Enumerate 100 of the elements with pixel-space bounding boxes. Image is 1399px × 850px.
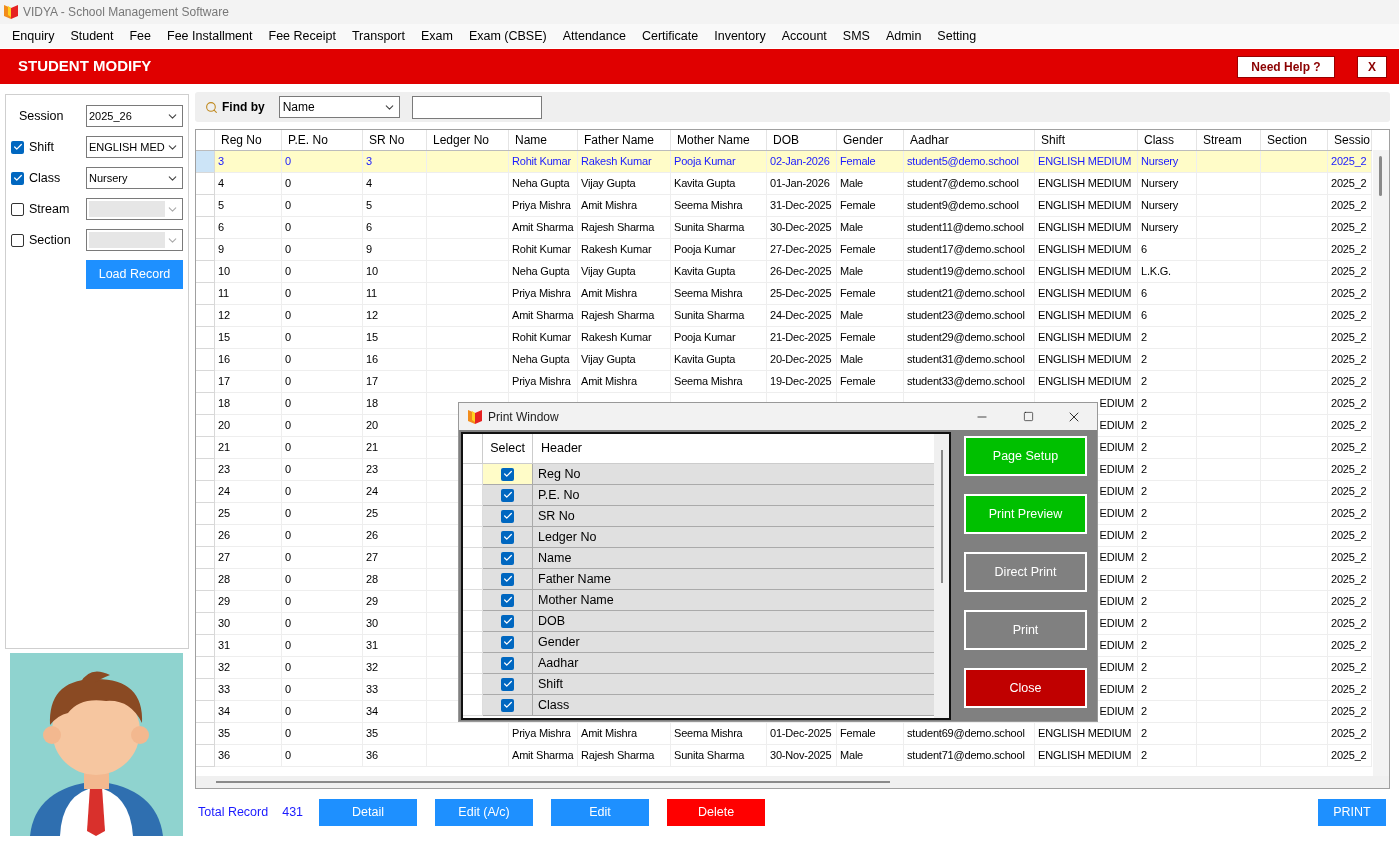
row-header[interactable] [196, 327, 215, 349]
column-header[interactable]: Header [541, 439, 582, 458]
row-header[interactable] [196, 701, 215, 723]
column-header[interactable]: Sessio [1334, 131, 1371, 149]
row-header[interactable] [196, 723, 215, 745]
row-header[interactable] [196, 503, 215, 525]
table-row[interactable]: 15 0 15 Rohit Kumar Rakesh Kumar Pooja Kumar 21-Dec-2025 Female student29@demo.school ENGLISH MEDIUM 2 2025_2 [196, 327, 1372, 349]
row-header[interactable] [196, 525, 215, 547]
table-row[interactable]: 10 0 10 Neha Gupta Vijay Gupta Kavita Gupta 26-Dec-2025 Male student19@demo.school ENGLISH MEDIUM L.K.G. 2025_2 [196, 261, 1372, 283]
row-header[interactable] [196, 393, 215, 415]
dialog-button[interactable]: Close [964, 668, 1087, 708]
select-cell[interactable] [483, 506, 533, 527]
table-row[interactable]: 3 0 3 Rohit Kumar Rakesh Kumar Pooja Kumar 02-Jan-2026 Female student5@demo.school ENGLISH MEDIUM Nursery 2025_2 [196, 151, 1372, 173]
menu-item[interactable]: Fee [121, 26, 160, 46]
menu-item[interactable]: Exam [412, 26, 461, 46]
column-header[interactable]: P.E. No [288, 131, 328, 149]
dropdown[interactable]: 2025_26 [86, 105, 183, 127]
column-header[interactable]: Aadhar [910, 131, 949, 149]
row-header[interactable] [196, 613, 215, 635]
row-header[interactable] [463, 590, 483, 611]
menu-item[interactable]: Fee Installment [159, 26, 261, 46]
column-header[interactable]: Name [515, 131, 547, 149]
checkbox[interactable] [501, 593, 514, 607]
row-header[interactable] [196, 195, 215, 217]
row-header[interactable] [463, 674, 483, 695]
row-header[interactable] [463, 485, 483, 506]
dialog-button[interactable]: Direct Print [964, 552, 1087, 592]
action-button[interactable]: Delete [667, 798, 766, 826]
column-header[interactable]: Select [490, 439, 525, 458]
column-header[interactable]: Class [1144, 131, 1174, 149]
row-header[interactable] [196, 547, 215, 569]
dialog-button[interactable]: Print [964, 610, 1087, 650]
row-header[interactable] [196, 239, 215, 261]
menu-item[interactable]: Student [62, 26, 122, 46]
menu-item[interactable]: SMS [834, 26, 878, 46]
row-header[interactable] [196, 217, 215, 239]
menu-item[interactable]: Certificate [633, 26, 707, 46]
checkbox[interactable] [11, 140, 24, 154]
checkbox[interactable] [501, 614, 514, 628]
table-row[interactable]: 12 0 12 Amit Sharma Rajesh Sharma Sunita Sharma 24-Dec-2025 Male student23@demo.school ENGLISH MEDIUM 6 2025_2 [196, 305, 1372, 327]
row-header[interactable] [196, 569, 215, 591]
row-header[interactable] [463, 653, 483, 674]
checkbox[interactable] [501, 635, 514, 649]
column-header[interactable]: Section [1267, 131, 1308, 149]
checkbox[interactable] [501, 551, 514, 565]
select-cell[interactable] [483, 590, 533, 611]
row-header[interactable] [196, 679, 215, 701]
row-header[interactable] [196, 591, 215, 613]
row-header[interactable] [196, 745, 215, 767]
row-header[interactable] [196, 657, 215, 679]
page-exit-button[interactable]: X [1357, 55, 1387, 78]
table-row[interactable]: 16 0 16 Neha Gupta Vijay Gupta Kavita Gupta 20-Dec-2025 Male student31@demo.school ENGLISH MEDIUM 2 2025_2 [196, 349, 1372, 371]
checkbox[interactable] [11, 171, 24, 185]
help-button[interactable]: Need Help ? [1237, 55, 1335, 78]
scrollbar-thumb[interactable] [1379, 156, 1382, 196]
select-cell[interactable] [483, 695, 533, 716]
select-cell[interactable] [483, 485, 533, 506]
select-cell[interactable] [483, 527, 533, 548]
checkbox[interactable] [501, 509, 514, 523]
checkbox[interactable] [501, 698, 514, 712]
select-cell[interactable] [483, 464, 533, 485]
menu-item[interactable]: Attendance [554, 26, 634, 46]
row-header[interactable] [196, 151, 215, 173]
menu-item[interactable]: Admin [877, 26, 930, 46]
row-header[interactable] [196, 173, 215, 195]
checkbox[interactable] [501, 656, 514, 670]
select-cell[interactable] [483, 548, 533, 569]
menu-item[interactable]: Exam (CBSE) [460, 26, 555, 46]
select-cell[interactable] [483, 632, 533, 653]
row-header[interactable] [196, 283, 215, 305]
table-row[interactable]: 5 0 5 Priya Mishra Amit Mishra Seema Mishra 31-Dec-2025 Female student9@demo.school ENGLISH MEDIUM Nursery 2025_2 [196, 195, 1372, 217]
column-header[interactable]: Gender [843, 131, 884, 149]
select-cell[interactable] [483, 569, 533, 590]
column-header[interactable]: Shift [1041, 131, 1065, 149]
table-row[interactable]: 4 0 4 Neha Gupta Vijay Gupta Kavita Gupta 01-Jan-2026 Male student7@demo.school ENGLISH MEDIUM Nursery 2025_2 [196, 173, 1372, 195]
row-header[interactable] [463, 506, 483, 527]
checkbox[interactable] [501, 530, 514, 544]
row-header[interactable] [463, 569, 483, 590]
row-header[interactable] [196, 481, 215, 503]
search-field[interactable] [411, 95, 542, 119]
row-header[interactable] [463, 695, 483, 716]
menu-item[interactable]: Enquiry [4, 26, 63, 46]
row-header[interactable] [463, 611, 483, 632]
row-header[interactable] [196, 305, 215, 327]
table-row[interactable]: 6 0 6 Amit Sharma Rajesh Sharma Sunita Sharma 30-Dec-2025 Male student11@demo.school ENGLISH MEDIUM Nursery 2025_2 [196, 217, 1372, 239]
table-row[interactable]: 35 0 35 Priya Mishra Amit Mishra Seema Mishra 01-Dec-2025 Female student69@demo.school ENGLISH MEDIUM 2 2025_2 [196, 723, 1372, 745]
row-header[interactable] [463, 464, 483, 485]
column-header[interactable]: SR No [369, 131, 405, 149]
checkbox[interactable] [501, 572, 514, 586]
row-header[interactable] [196, 261, 215, 283]
column-header[interactable]: Stream [1203, 131, 1242, 149]
table-row[interactable]: 11 0 11 Priya Mishra Amit Mishra Seema Mishra 25-Dec-2025 Female student21@demo.school ENGLISH MEDIUM 6 2025_2 [196, 283, 1372, 305]
menu-item[interactable]: Inventory [706, 26, 774, 46]
column-header[interactable]: Reg No [221, 131, 262, 149]
scrollbar-thumb[interactable] [216, 781, 890, 783]
select-cell[interactable] [483, 611, 533, 632]
row-header[interactable] [463, 548, 483, 569]
menu-item[interactable]: Fee Receipt [260, 26, 344, 46]
checkbox[interactable] [501, 677, 514, 691]
select-cell[interactable] [483, 653, 533, 674]
